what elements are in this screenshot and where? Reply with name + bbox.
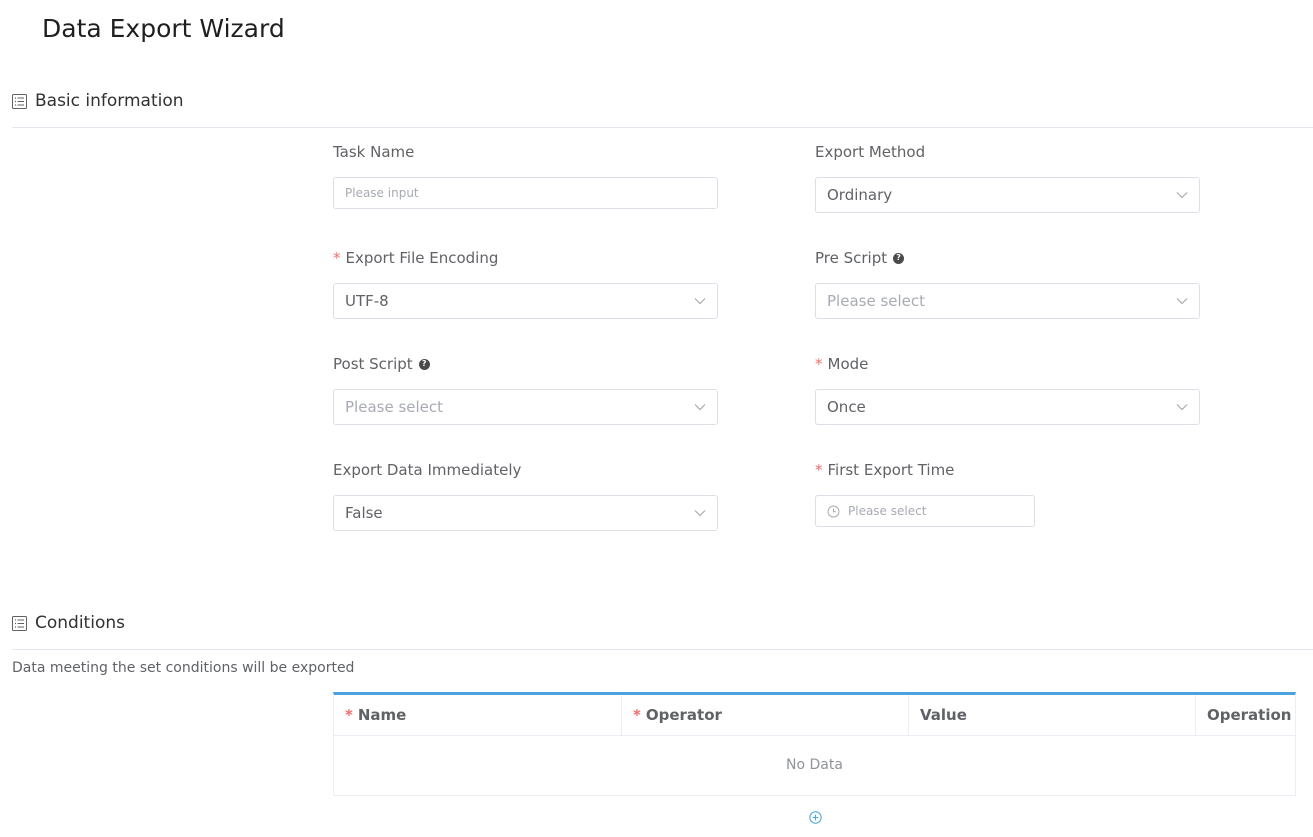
pre-script-label-text: Pre Script <box>815 249 888 267</box>
export-method-label-text: Export Method <box>815 143 926 161</box>
export-method-label: Export Method <box>815 143 925 161</box>
chevron-down-icon <box>694 401 706 413</box>
first-export-time-label: * First Export Time <box>815 461 954 479</box>
question-circle-icon[interactable]: ? <box>418 358 430 370</box>
export-file-encoding-label-text: Export File Encoding <box>345 249 499 267</box>
list-icon <box>12 615 27 631</box>
chevron-down-icon <box>694 507 706 519</box>
divider <box>12 649 1313 650</box>
post-script-label: Post Script ? <box>333 355 430 373</box>
required-marker: * <box>345 706 353 724</box>
task-name-input[interactable]: Please input <box>333 177 718 209</box>
mode-label: * Mode <box>815 355 868 373</box>
post-script-placeholder: Please select <box>345 398 444 416</box>
column-header-operator: * Operator <box>622 695 909 735</box>
section-title-conditions: Conditions <box>35 613 125 633</box>
pre-script-select[interactable]: Please select <box>815 283 1200 319</box>
mode-label-text: Mode <box>827 355 869 373</box>
page: Data Export Wizard Basic information Tas… <box>0 0 1313 837</box>
section-header-conditions: Conditions <box>12 609 125 637</box>
first-export-time-picker[interactable]: Please select <box>815 495 1035 527</box>
table-header: * Name * Operator Value Operation <box>334 695 1295 736</box>
export-data-immediately-select[interactable]: False <box>333 495 718 531</box>
column-header-operation: Operation <box>1196 695 1295 735</box>
task-name-placeholder: Please input <box>345 186 419 200</box>
post-script-label-text: Post Script <box>333 355 413 373</box>
table-empty-state: No Data <box>786 757 843 773</box>
conditions-description: Data meeting the set conditions will be … <box>12 660 355 676</box>
export-file-encoding-select[interactable]: UTF-8 <box>333 283 718 319</box>
mode-value: Once <box>827 398 866 416</box>
page-title: Data Export Wizard <box>42 14 285 43</box>
pre-script-label: Pre Script ? <box>815 249 905 267</box>
mode-select[interactable]: Once <box>815 389 1200 425</box>
export-data-immediately-label-text: Export Data Immediately <box>333 461 522 479</box>
section-title-basic: Basic information <box>35 91 184 111</box>
column-header-name: * Name <box>334 695 622 735</box>
list-icon <box>12 93 27 109</box>
chevron-down-icon <box>1176 295 1188 307</box>
required-marker: * <box>815 355 823 373</box>
chevron-down-icon <box>1176 189 1188 201</box>
export-method-value: Ordinary <box>827 186 893 204</box>
export-data-immediately-value: False <box>345 504 383 522</box>
chevron-down-icon <box>694 295 706 307</box>
section-header-basic: Basic information <box>12 87 184 115</box>
column-header-label: Operator <box>645 706 722 724</box>
first-export-time-label-text: First Export Time <box>827 461 955 479</box>
required-marker: * <box>633 706 641 724</box>
column-header-label: Name <box>357 706 407 724</box>
add-condition-button[interactable] <box>808 810 822 824</box>
column-header-value: Value <box>909 695 1196 735</box>
conditions-table: * Name * Operator Value Operation No Dat… <box>333 692 1296 796</box>
task-name-label: Task Name <box>333 143 414 161</box>
first-export-time-placeholder: Please select <box>848 504 927 518</box>
column-header-label: Value <box>920 706 967 724</box>
question-circle-icon[interactable]: ? <box>893 252 905 264</box>
divider <box>12 127 1313 128</box>
required-marker: * <box>815 461 823 479</box>
export-method-select[interactable]: Ordinary <box>815 177 1200 213</box>
task-name-label-text: Task Name <box>333 143 415 161</box>
export-file-encoding-label: * Export File Encoding <box>333 249 498 267</box>
required-marker: * <box>333 249 341 267</box>
pre-script-placeholder: Please select <box>827 292 926 310</box>
clock-icon <box>827 505 840 518</box>
post-script-select[interactable]: Please select <box>333 389 718 425</box>
export-file-encoding-value: UTF-8 <box>345 292 389 310</box>
export-data-immediately-label: Export Data Immediately <box>333 461 521 479</box>
column-header-label: Operation <box>1207 706 1292 724</box>
plus-circle-icon <box>808 810 822 824</box>
chevron-down-icon <box>1176 401 1188 413</box>
